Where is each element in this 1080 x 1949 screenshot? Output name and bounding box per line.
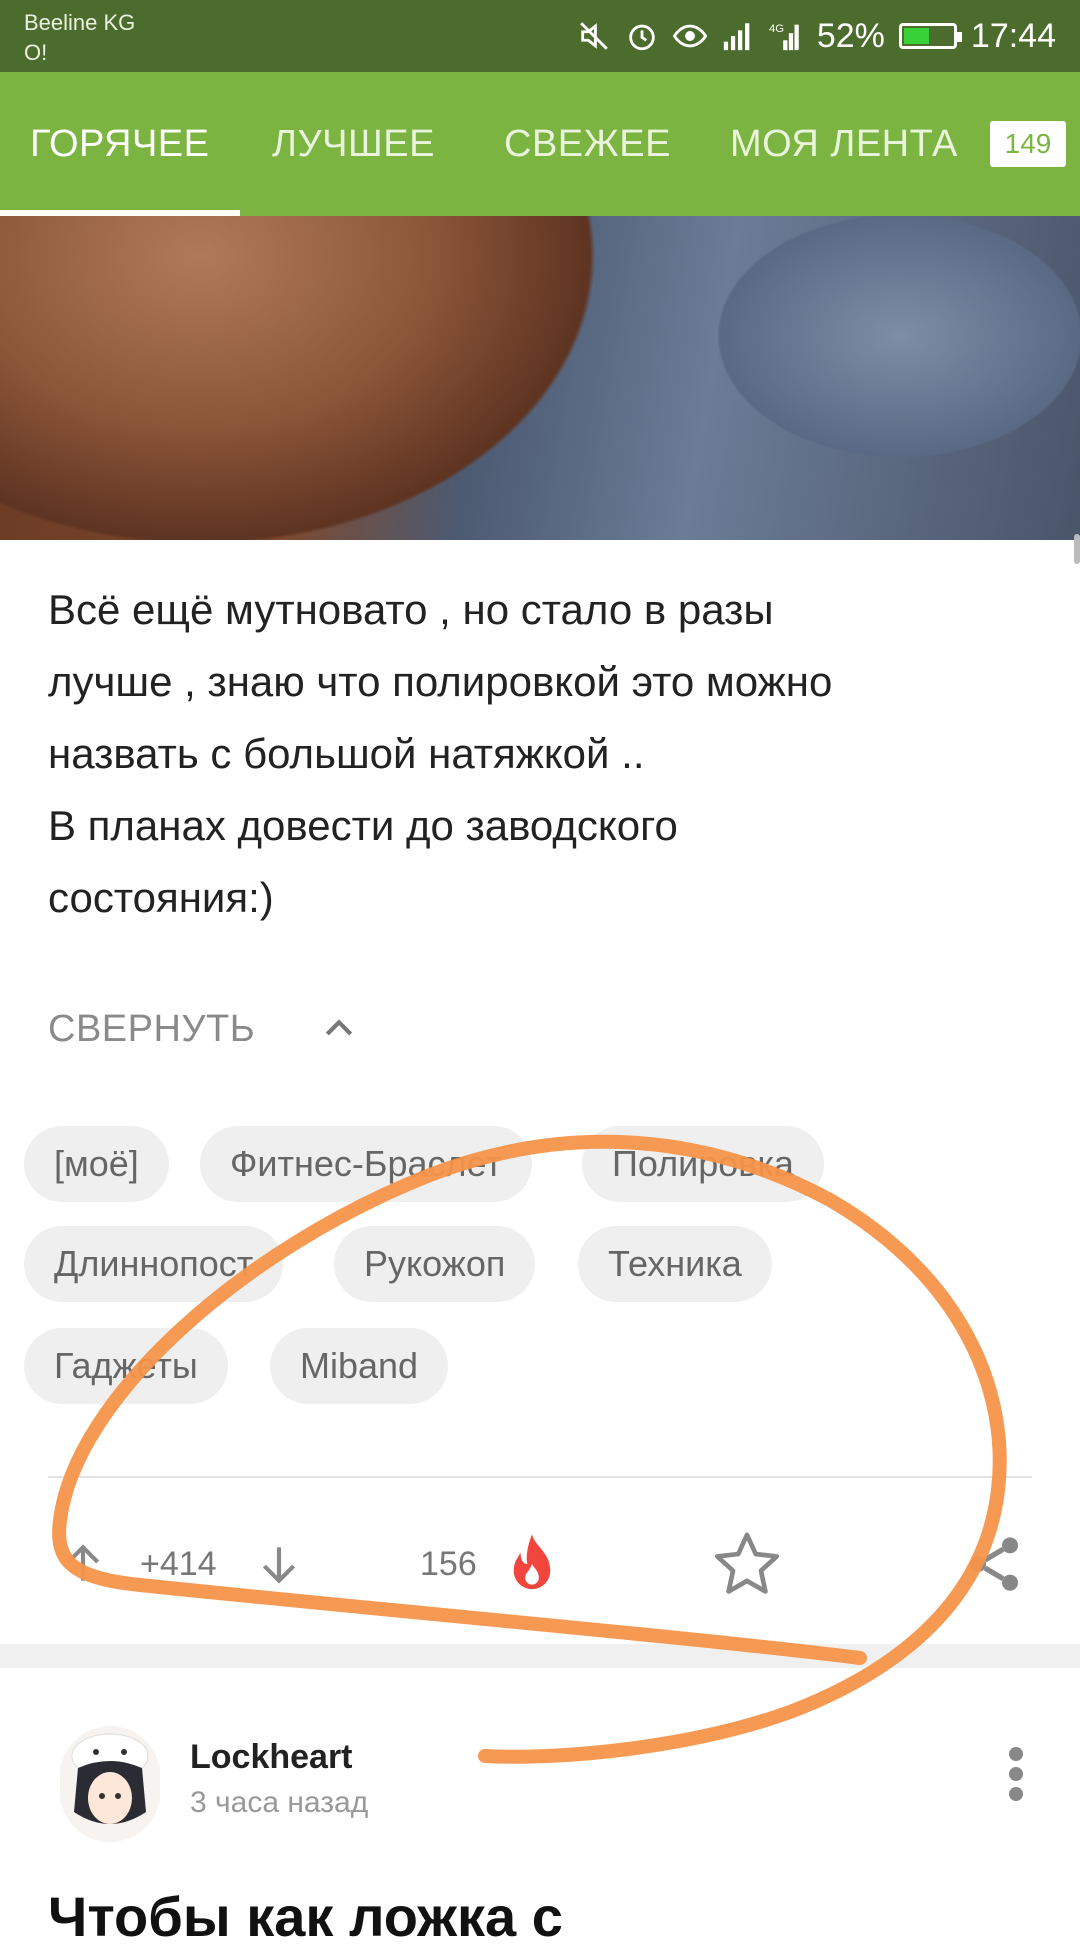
fire-icon (513, 1534, 551, 1590)
svg-text:4G: 4G (769, 23, 784, 35)
chevron-up-icon (326, 1019, 353, 1036)
tag-chip[interactable]: Фитнес-Браслет (200, 1126, 532, 1202)
post-separator (0, 1644, 1080, 1668)
post-body: Всё ещё мутновато , но стало в разы лучш… (48, 574, 1038, 934)
post-time: 3 часа назад (190, 1786, 369, 1819)
signal-icon (723, 23, 750, 51)
author-name[interactable]: Lockheart (190, 1738, 353, 1777)
collapse-label: СВЕРНУТЬ (48, 1007, 256, 1050)
collapse-button[interactable]: СВЕРНУТЬ (48, 994, 359, 1064)
avatar-image (60, 1726, 160, 1842)
tab-hot[interactable]: ГОРЯЧЕЕ (30, 72, 209, 216)
post-text-line: Всё ещё мутновато , но стало в разы (48, 586, 774, 633)
post-actions: +414 156 (0, 1520, 1080, 1608)
save-button[interactable] (712, 1520, 782, 1608)
tag-chip[interactable]: Длиннопост (24, 1226, 284, 1302)
tab-best[interactable]: ЛУЧШЕЕ (272, 72, 435, 216)
post-text-line: состояния:) (48, 874, 274, 921)
clock: 17:44 (970, 16, 1056, 55)
status-icons: 4G 52% 17:44 (577, 0, 1056, 72)
tag-chip[interactable]: Техника (578, 1226, 772, 1302)
post-image[interactable] (0, 216, 1080, 540)
mute-icon (580, 22, 608, 50)
scrollbar[interactable] (1074, 534, 1080, 564)
tag-chip[interactable]: Miband (270, 1328, 449, 1404)
star-icon (714, 1532, 780, 1594)
arrow-up-icon (66, 1544, 100, 1581)
next-post-title[interactable]: Чтобы как ложка с (48, 1884, 563, 1949)
share-icon (970, 1537, 1018, 1591)
status-bar: Beeline KG O! 4G 52% 17:44 (0, 0, 1080, 72)
comments-count: 156 (420, 1544, 477, 1583)
post-text-line: В планах довести до заводского (48, 802, 678, 849)
tab-fresh[interactable]: СВЕЖЕЕ (504, 72, 671, 216)
tab-bar: ГОРЯЧЕЕ ЛУЧШЕЕ СВЕЖЕЕ МОЯ ЛЕНТА 149 (0, 72, 1080, 216)
tag-chip[interactable]: [моё] (24, 1126, 169, 1202)
battery-icon (898, 23, 962, 49)
downvote-button[interactable] (254, 1520, 304, 1608)
alarm-icon (629, 24, 655, 51)
feed-count-badge: 149 (990, 121, 1066, 167)
tag-chip[interactable]: Гаджеты (24, 1328, 228, 1404)
tag-chip[interactable]: Полировка (582, 1126, 824, 1202)
divider (48, 1476, 1032, 1478)
share-button[interactable] (962, 1520, 1026, 1608)
more-options-icon[interactable] (1000, 1744, 1032, 1804)
rating-value: +414 (140, 1544, 217, 1583)
arrow-down-icon (262, 1547, 296, 1584)
carrier-info: Beeline KG O! (24, 8, 135, 68)
comments-button[interactable]: 156 (420, 1520, 561, 1608)
next-post-header: Lockheart 3 часа назад (0, 1700, 1080, 1850)
upvote-button[interactable] (58, 1520, 108, 1608)
eye-icon (672, 24, 707, 48)
tag-chip[interactable]: Рукожоп (334, 1226, 536, 1302)
post-text-line: лучше , знаю что полировкой это можно (48, 658, 833, 705)
carrier-name: Beeline KG (24, 10, 136, 35)
4g-signal-icon: 4G (769, 23, 799, 51)
battery-percent: 52% (816, 16, 885, 55)
post-text-line: назвать с большой натяжкой .. (48, 730, 645, 777)
carrier-secondary: O! (24, 40, 48, 65)
tab-my-feed[interactable]: МОЯ ЛЕНТА (730, 72, 958, 216)
avatar[interactable] (60, 1726, 160, 1842)
